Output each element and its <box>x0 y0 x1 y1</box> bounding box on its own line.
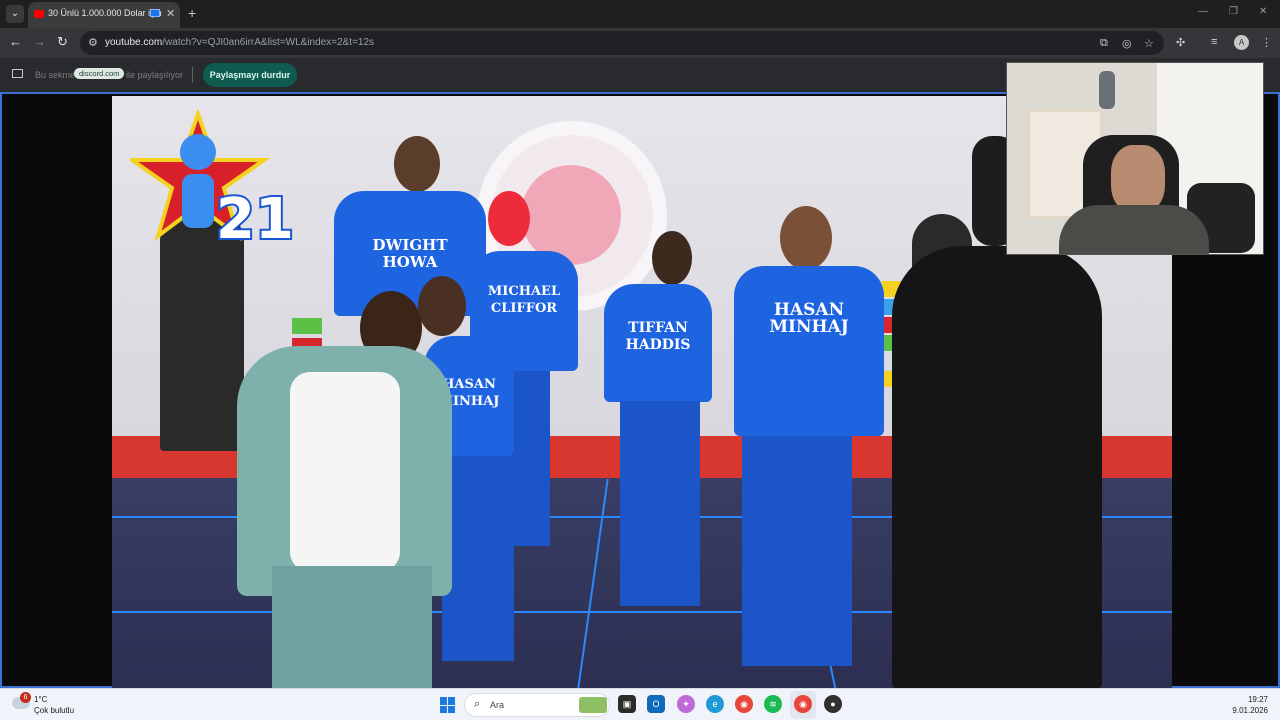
windows-taskbar: 6 1°C Çok bulutlu ⌕ Ara ▣ O ✦ e ◉ ≋ ◉ ● … <box>0 688 1280 720</box>
media-controls-icon[interactable]: ≡ <box>1211 36 1217 48</box>
address-bar[interactable]: ⚙ youtube.com/watch?v=QJI0an6irrA&list=W… <box>80 31 1164 55</box>
contestant-pants <box>442 456 514 661</box>
bookmark-star-icon[interactable]: ☆ <box>1144 37 1154 50</box>
floor-grid-line <box>577 479 609 688</box>
contestant-pants <box>620 401 700 606</box>
screen-share-icon <box>12 69 23 78</box>
stop-sharing-button[interactable]: Paylaşmayı durdur <box>203 63 297 87</box>
tab-search-button[interactable]: ⌄ <box>6 5 24 23</box>
sharing-indicator-icon <box>150 9 160 17</box>
minimize-button[interactable]: — <box>1198 6 1208 17</box>
show-logo: 21 <box>130 110 296 250</box>
weather-temperature[interactable]: 1°C <box>34 695 47 704</box>
divider <box>192 67 193 83</box>
browser-toolbar: ← → ↻ ⚙ youtube.com/watch?v=QJI0an6irrA&… <box>0 28 1280 58</box>
cast-icon[interactable]: ⧉ <box>1100 37 1108 50</box>
chrome-icon[interactable]: ◉ <box>735 695 753 713</box>
streamer-body <box>1059 205 1209 254</box>
sharing-prefix: Bu sekme <box>35 70 76 80</box>
start-button[interactable] <box>440 697 456 713</box>
profile-avatar[interactable]: A <box>1234 35 1249 50</box>
jersey-name: HASAN MINHAJ <box>769 300 849 337</box>
new-tab-button[interactable]: + <box>188 5 196 21</box>
contestant-head <box>418 276 466 336</box>
menu-icon[interactable]: ⋮ <box>1261 36 1272 49</box>
outlook-icon[interactable]: O <box>647 695 665 713</box>
tab-close-icon[interactable]: ✕ <box>166 7 175 20</box>
search-placeholder: Ara <box>490 700 505 710</box>
search-highlight-image <box>579 697 607 713</box>
stack-block <box>292 318 322 334</box>
contestant-head <box>488 191 530 246</box>
clock-date: 9.01.2026 <box>1232 706 1268 715</box>
forward-button[interactable]: → <box>33 34 46 49</box>
logo-body <box>182 174 214 228</box>
extensions-icon[interactable]: ✣ <box>1176 36 1185 49</box>
sharing-site-chip[interactable]: discord.com <box>74 68 125 79</box>
url-host: youtube.com <box>105 37 163 48</box>
search-icon: ⌕ <box>474 698 481 710</box>
contestant-head <box>780 206 832 270</box>
app-icon[interactable]: ● <box>824 695 842 713</box>
contestant-jersey: HASAN MINHAJ <box>734 266 884 436</box>
close-window-button[interactable]: ✕ <box>1259 6 1267 17</box>
tab-strip: ⌄ 30 Ünlü 1.000.000 Dolar için ✕ + — ❐ ✕ <box>0 0 1280 28</box>
notification-badge: 6 <box>20 692 31 703</box>
weather-condition[interactable]: Çok bulutlu <box>34 706 74 715</box>
maximize-button[interactable]: ❐ <box>1229 6 1238 17</box>
streamer-face <box>1111 145 1165 213</box>
site-info-icon[interactable]: ⚙ <box>88 36 98 49</box>
reload-button[interactable]: ↻ <box>57 34 68 50</box>
copilot-icon[interactable]: ✦ <box>677 695 695 713</box>
chrome-active-icon[interactable]: ◉ <box>794 695 812 713</box>
contestant-pants <box>742 436 852 666</box>
contestant-head <box>394 136 440 192</box>
jersey-name: DWIGHT HOWA <box>372 236 448 271</box>
figurine <box>1099 71 1115 109</box>
system-clock[interactable]: 19:27 9.01.2026 <box>1232 694 1268 716</box>
url-path: /watch?v=QJI0an6irrA&list=WL&index=2&t=1… <box>162 37 375 48</box>
jersey-name: MICHAEL CLIFFOR <box>487 284 561 316</box>
url-text[interactable]: youtube.com/watch?v=QJI0an6irrA&list=WL&… <box>105 37 374 48</box>
logo-person-icon <box>180 134 216 170</box>
tab-youtube[interactable]: 30 Ünlü 1.000.000 Dolar için ✕ <box>28 2 180 28</box>
tab-title: 30 Ünlü 1.000.000 Dolar için <box>48 8 162 18</box>
contestant-pants <box>272 566 432 688</box>
taskbar-search[interactable]: ⌕ Ara <box>464 693 610 717</box>
host-black-outfit <box>892 246 1102 688</box>
contestant-jersey: TIFFAN HADDIS <box>604 284 712 402</box>
clock-time: 19:27 <box>1247 695 1268 704</box>
back-button[interactable]: ← <box>9 34 22 49</box>
edge-icon[interactable]: e <box>706 695 724 713</box>
logo-number: 21 <box>216 187 294 250</box>
white-shirt <box>290 372 400 572</box>
jersey-name: TIFFAN HADDIS <box>625 320 691 353</box>
contestant-head <box>652 231 692 285</box>
sharing-suffix: ile paylaşılıyor <box>126 70 184 80</box>
tracking-eye-icon[interactable]: ◎ <box>1122 37 1132 50</box>
task-view-icon[interactable]: ▣ <box>618 695 636 713</box>
youtube-icon <box>34 10 44 18</box>
windows-logo-icon <box>440 697 447 705</box>
webcam-overlay <box>1006 62 1264 255</box>
spotify-icon[interactable]: ≋ <box>764 695 782 713</box>
